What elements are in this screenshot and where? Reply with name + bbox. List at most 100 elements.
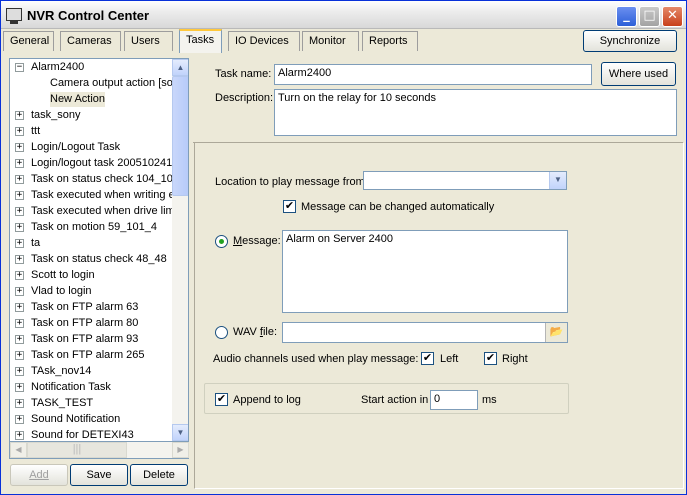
scroll-down-icon[interactable]: ▼	[172, 424, 188, 441]
expand-icon[interactable]: +	[15, 351, 24, 360]
tree-item[interactable]: + Task on FTP alarm 63	[10, 300, 172, 316]
monitor-icon	[6, 8, 22, 24]
tab-reports[interactable]: Reports	[362, 31, 418, 51]
expand-icon[interactable]: +	[15, 111, 24, 120]
expand-icon[interactable]: +	[15, 175, 24, 184]
save-button[interactable]: Save	[70, 464, 128, 486]
tree-item-label: Task executed when drive lim	[31, 205, 175, 217]
tree-item-label: Alarm2400	[31, 61, 85, 73]
expand-icon[interactable]: +	[15, 303, 24, 312]
wav-file-input[interactable]	[282, 322, 568, 343]
start-delay-input[interactable]: 0	[430, 390, 478, 410]
tab-users[interactable]: Users	[124, 31, 173, 51]
tree-item[interactable]: + Task on motion 59_101_4	[10, 220, 172, 236]
tab-general[interactable]: General	[3, 31, 54, 51]
synchronize-button[interactable]: Synchronize	[583, 30, 677, 52]
message-input[interactable]: Alarm on Server 2400	[282, 230, 568, 313]
minimize-button[interactable]: _	[616, 6, 637, 27]
delete-button[interactable]: Delete	[130, 464, 188, 486]
expand-icon[interactable]: +	[15, 271, 24, 280]
location-select[interactable]: ▼	[363, 171, 567, 190]
tree-item[interactable]: + Login/Logout Task	[10, 140, 172, 156]
tree-item[interactable]: + Task on status check 104_10	[10, 172, 173, 188]
horizontal-scroll-thumb[interactable]: |||	[27, 442, 127, 458]
expand-icon[interactable]: +	[15, 191, 24, 200]
tree-item[interactable]: + TASK_TEST	[10, 396, 172, 412]
tree-item-label: Task on FTP alarm 80	[31, 317, 139, 329]
delete-label: Delete	[143, 469, 175, 481]
expand-icon[interactable]: +	[15, 287, 24, 296]
expand-icon[interactable]: +	[15, 335, 24, 344]
tree-item-label: Login/Logout Task	[31, 141, 121, 153]
tree-item[interactable]: + Task on FTP alarm 93	[10, 332, 172, 348]
tree-child-item[interactable]: New Action	[10, 92, 172, 108]
start-action-label: Start action in	[361, 394, 429, 406]
description-input[interactable]: Turn on the relay for 10 seconds	[274, 89, 677, 136]
tree-item[interactable]: + Task executed when writing e	[10, 188, 175, 204]
expand-icon[interactable]: +	[15, 383, 24, 392]
add-button[interactable]: Add	[10, 464, 68, 486]
tree-item-label: Task on status check 48_48	[31, 253, 167, 265]
append-log-checkbox[interactable]: ✔	[215, 393, 228, 406]
tab-io-devices[interactable]: IO Devices	[228, 31, 300, 51]
add-label: Add	[29, 469, 49, 481]
tab-tasks[interactable]: Tasks	[179, 29, 222, 53]
expand-icon[interactable]: +	[15, 431, 24, 440]
expand-icon[interactable]: +	[15, 399, 24, 408]
tree-item[interactable]: + ttt	[10, 124, 172, 140]
left-channel-checkbox[interactable]: ✔	[421, 352, 434, 365]
tree-item[interactable]: + Sound for DETEXI43	[10, 428, 172, 441]
wav-radio[interactable]	[215, 326, 228, 339]
expand-icon[interactable]: +	[15, 255, 24, 264]
scroll-right-icon[interactable]: ▶	[172, 442, 189, 458]
collapse-icon[interactable]: −	[15, 63, 24, 72]
expand-icon[interactable]: +	[15, 239, 24, 248]
tree-item[interactable]: + Task on FTP alarm 265	[10, 348, 172, 364]
right-channel-label: Right	[502, 353, 528, 365]
tree-item[interactable]: + Notification Task	[10, 380, 172, 396]
tree-item[interactable]: + Sound Notification	[10, 412, 172, 428]
task-name-input[interactable]: Alarm2400	[274, 64, 592, 85]
append-log-label: Append to log	[233, 394, 301, 406]
where-used-button[interactable]: Where used	[601, 62, 676, 86]
tab-cameras[interactable]: Cameras	[60, 31, 121, 51]
expand-icon[interactable]: +	[15, 223, 24, 232]
maximize-button[interactable]: □	[639, 6, 660, 27]
tree-item[interactable]: + Task on FTP alarm 80	[10, 316, 172, 332]
expand-icon[interactable]: +	[15, 415, 24, 424]
tree-child-item[interactable]: Camera output action [sor	[10, 76, 177, 92]
tree-item[interactable]: + Scott to login	[10, 268, 172, 284]
right-channel-checkbox[interactable]: ✔	[484, 352, 497, 365]
expand-icon[interactable]: +	[15, 143, 24, 152]
scroll-left-icon[interactable]: ◀	[10, 442, 27, 458]
tree-item[interactable]: − Alarm2400	[10, 60, 172, 76]
expand-icon[interactable]: +	[15, 159, 24, 168]
expand-icon[interactable]: +	[15, 207, 24, 216]
expand-icon[interactable]: +	[15, 367, 24, 376]
tree-item[interactable]: + Task on status check 48_48	[10, 252, 172, 268]
message-radio[interactable]	[215, 235, 228, 248]
tree-vertical-scrollbar[interactable]: ▲ ▼	[172, 59, 188, 441]
scroll-up-icon[interactable]: ▲	[172, 59, 188, 76]
expand-icon[interactable]: +	[15, 127, 24, 136]
chevron-down-icon[interactable]: ▼	[549, 172, 566, 189]
tree-item[interactable]: + task_sony	[10, 108, 172, 124]
tree-item-label: Sound for DETEXI43	[31, 429, 134, 441]
tab-monitor[interactable]: Monitor	[302, 31, 359, 51]
folder-open-icon[interactable]: 📂	[545, 323, 567, 342]
tree-item[interactable]: + ta	[10, 236, 172, 252]
tree-item[interactable]: + Task executed when drive lim	[10, 204, 175, 220]
close-button[interactable]: ✕	[662, 6, 683, 27]
tree-item-label: Sound Notification	[31, 413, 121, 425]
tree-item[interactable]: + TAsk_nov14	[10, 364, 172, 380]
scroll-thumb[interactable]	[172, 76, 188, 196]
task-tree[interactable]: − Alarm2400 Camera output action [sor New A…	[9, 58, 189, 442]
tree-item-label: Task on status check 104_10	[31, 173, 173, 185]
tree-item[interactable]: + Vlad to login	[10, 284, 172, 300]
start-unit-label: ms	[482, 394, 497, 406]
expand-icon[interactable]: +	[15, 319, 24, 328]
title-bar[interactable]: NVR Control Center _ □ ✕	[1, 1, 686, 29]
tree-item[interactable]: + Login/logout task 200510241	[10, 156, 172, 172]
tree-horizontal-scrollbar[interactable]: ◀ ||| ▶	[9, 442, 189, 459]
auto-change-checkbox[interactable]: ✔	[283, 200, 296, 213]
